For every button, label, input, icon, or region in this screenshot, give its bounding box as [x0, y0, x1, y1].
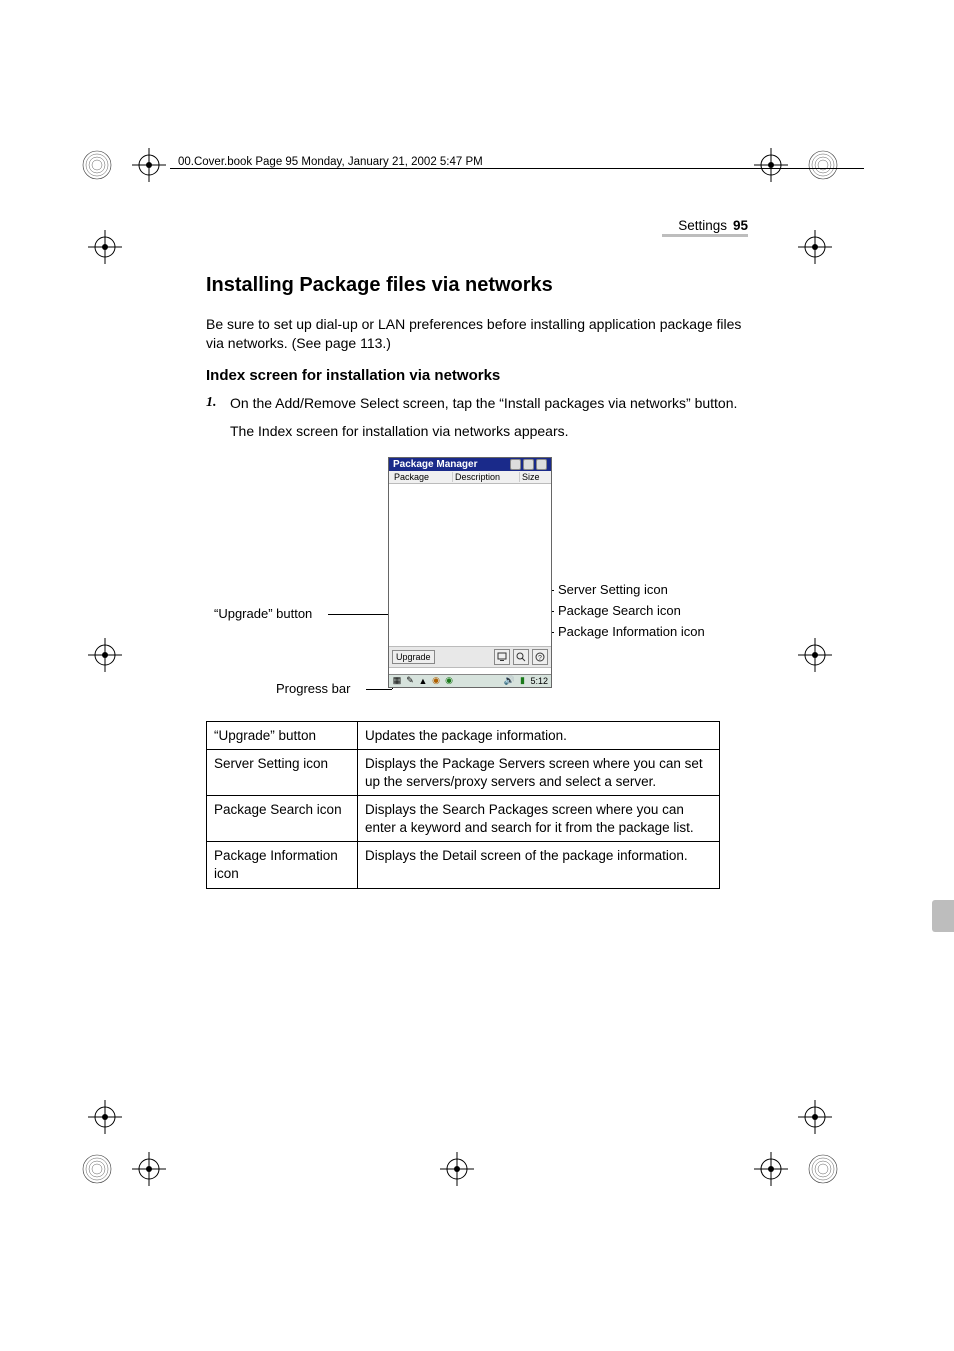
window-title: Package Manager	[393, 459, 478, 470]
taskbar-up-icon[interactable]: ▲	[418, 676, 428, 686]
table-key: Package Information icon	[207, 842, 358, 888]
table-value: Displays the Search Packages screen wher…	[358, 796, 720, 842]
intro-paragraph: Be sure to set up dial-up or LAN prefere…	[206, 315, 746, 353]
section-heading: Installing Package files via networks	[206, 274, 746, 297]
crop-mark-icon	[88, 1100, 122, 1134]
thumb-tab	[932, 900, 954, 932]
callout-server-setting: Server Setting icon	[558, 582, 668, 597]
column-package[interactable]: Package	[392, 472, 453, 482]
taskbar-globe-icon[interactable]: ◉	[431, 676, 441, 686]
step-text: On the Add/Remove Select screen, tap the…	[230, 394, 737, 413]
battery-icon[interactable]: ▮	[517, 676, 527, 686]
window-titlebar: Package Manager	[389, 458, 551, 471]
taskbar: ▦ ✎ ▲ ◉ ◉ 🔊 ▮ 5:12	[389, 674, 551, 687]
subsection-heading: Index screen for installation via networ…	[206, 367, 746, 384]
callout-package-info: Package Information icon	[558, 624, 705, 639]
list-header: Package Description Size	[389, 471, 551, 484]
header-rule	[170, 168, 864, 169]
print-rosette-icon	[80, 148, 114, 182]
taskbar-app-icon[interactable]: ▦	[392, 676, 402, 686]
taskbar-globe2-icon[interactable]: ◉	[444, 676, 454, 686]
upgrade-button[interactable]: Upgrade	[392, 650, 435, 664]
callout-line	[366, 689, 392, 690]
crop-mark-icon	[754, 148, 788, 182]
table-row: Package Information icon Displays the De…	[207, 842, 720, 888]
column-size[interactable]: Size	[520, 472, 548, 482]
package-search-icon[interactable]	[513, 649, 529, 665]
server-setting-icon[interactable]	[494, 649, 510, 665]
callout-package-search: Package Search icon	[558, 603, 681, 618]
package-information-icon[interactable]: ?	[532, 649, 548, 665]
crop-mark-icon	[132, 148, 166, 182]
step-number: 1.	[206, 394, 220, 413]
svg-text:?: ?	[538, 655, 542, 662]
table-value: Displays the Detail screen of the packag…	[358, 842, 720, 888]
print-rosette-icon	[806, 1152, 840, 1186]
device-screenshot: Package Manager Package Description Size…	[388, 457, 552, 688]
crop-mark-icon	[88, 230, 122, 264]
table-key: “Upgrade” button	[207, 721, 358, 750]
callout-upgrade-button: “Upgrade” button	[214, 606, 312, 621]
taskbar-pen-icon[interactable]: ✎	[405, 676, 415, 686]
package-list[interactable]	[389, 484, 551, 646]
table-row: Server Setting icon Displays the Package…	[207, 750, 720, 796]
table-key: Package Search icon	[207, 796, 358, 842]
taskbar-clock[interactable]: 5:12	[530, 676, 548, 686]
crop-mark-icon	[798, 638, 832, 672]
crop-mark-icon	[798, 230, 832, 264]
table-row: Package Search icon Displays the Search …	[207, 796, 720, 842]
description-table: “Upgrade” button Updates the package inf…	[206, 721, 720, 889]
table-row: “Upgrade” button Updates the package inf…	[207, 721, 720, 750]
crop-mark-icon	[798, 1100, 832, 1134]
column-description[interactable]: Description	[453, 472, 520, 482]
toolbar: Upgrade ?	[389, 646, 551, 667]
running-header: 00.Cover.book Page 95 Monday, January 21…	[178, 156, 483, 168]
window-button-icon[interactable]	[523, 459, 534, 470]
chapter-label: Settings	[678, 218, 727, 233]
callout-progress-bar: Progress bar	[276, 681, 350, 696]
print-rosette-icon	[806, 148, 840, 182]
window-button-icon[interactable]	[510, 459, 521, 470]
table-key: Server Setting icon	[207, 750, 358, 796]
speaker-icon[interactable]: 🔊	[504, 676, 514, 686]
figure: “Upgrade” button Progress bar Server Set…	[206, 457, 746, 707]
crop-mark-icon	[754, 1152, 788, 1186]
progress-bar	[389, 667, 551, 674]
crop-mark-icon	[88, 638, 122, 672]
callout-line	[328, 614, 388, 615]
window-close-icon[interactable]	[536, 459, 547, 470]
step-1: 1. On the Add/Remove Select screen, tap …	[206, 394, 746, 413]
print-rosette-icon	[80, 1152, 114, 1186]
crop-mark-icon	[440, 1152, 474, 1186]
figure-caption: The Index screen for installation via ne…	[230, 423, 746, 439]
chapter-header-rule	[662, 234, 748, 237]
table-value: Displays the Package Servers screen wher…	[358, 750, 720, 796]
chapter-header: Settings 95	[678, 218, 748, 233]
crop-mark-icon	[132, 1152, 166, 1186]
window-buttons	[510, 459, 547, 470]
page-number: 95	[733, 218, 748, 233]
table-value: Updates the package information.	[358, 721, 720, 750]
